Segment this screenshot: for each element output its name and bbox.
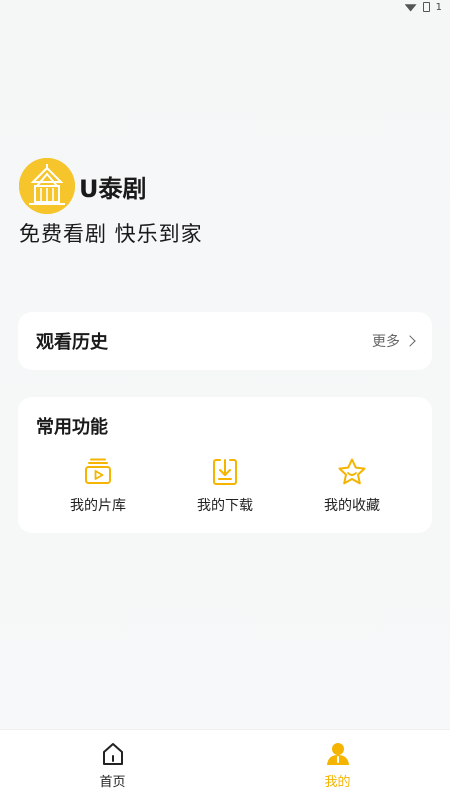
common-functions-title: 常用功能: [36, 417, 108, 438]
my-downloads-label: 我的下载: [197, 498, 253, 514]
hero-section: U泰剧 免费看剧 快乐到家: [19, 158, 203, 248]
watch-history-title: 观看历史: [36, 332, 108, 353]
chevron-right-icon: [404, 335, 416, 347]
profile-page: 1 U泰剧 免费看剧 快乐到家 观看历史 更多 常用功能 我的片库 我的下载 我…: [0, 0, 450, 801]
more-label: 更多: [372, 334, 400, 350]
status-time: 1: [435, 1, 442, 13]
film-library-icon: [85, 458, 111, 484]
my-library-button[interactable]: 我的片库: [58, 457, 138, 515]
app-slogan: 免费看剧 快乐到家: [19, 222, 203, 246]
tab-mine-label: 我的: [324, 775, 351, 790]
watch-history-card[interactable]: 观看历史 更多: [18, 312, 432, 370]
home-icon: [102, 743, 123, 765]
wifi-icon: [404, 4, 417, 12]
my-favorites-label: 我的收藏: [324, 498, 380, 514]
more-button[interactable]: 更多: [372, 331, 416, 351]
star-favorite-icon: [338, 458, 366, 485]
common-functions-card: 常用功能 我的片库 我的下载 我的收藏: [18, 397, 432, 533]
app-name: U泰剧: [79, 174, 147, 203]
status-bar: 1: [390, 0, 450, 14]
brand-row: U泰剧: [19, 158, 203, 214]
user-icon: [326, 743, 349, 765]
download-icon: [213, 459, 237, 485]
my-downloads-button[interactable]: 我的下载: [185, 457, 265, 515]
my-favorites-button[interactable]: 我的收藏: [312, 457, 392, 515]
bottom-tab-bar: 首页 我的: [0, 729, 450, 801]
tab-mine[interactable]: 我的: [225, 741, 450, 790]
my-library-label: 我的片库: [70, 498, 126, 514]
app-logo-icon: [19, 158, 75, 214]
tab-home-label: 首页: [99, 775, 126, 790]
functions-row: 我的片库 我的下载 我的收藏: [36, 457, 414, 515]
tab-home[interactable]: 首页: [0, 741, 225, 790]
battery-icon: [422, 2, 430, 12]
